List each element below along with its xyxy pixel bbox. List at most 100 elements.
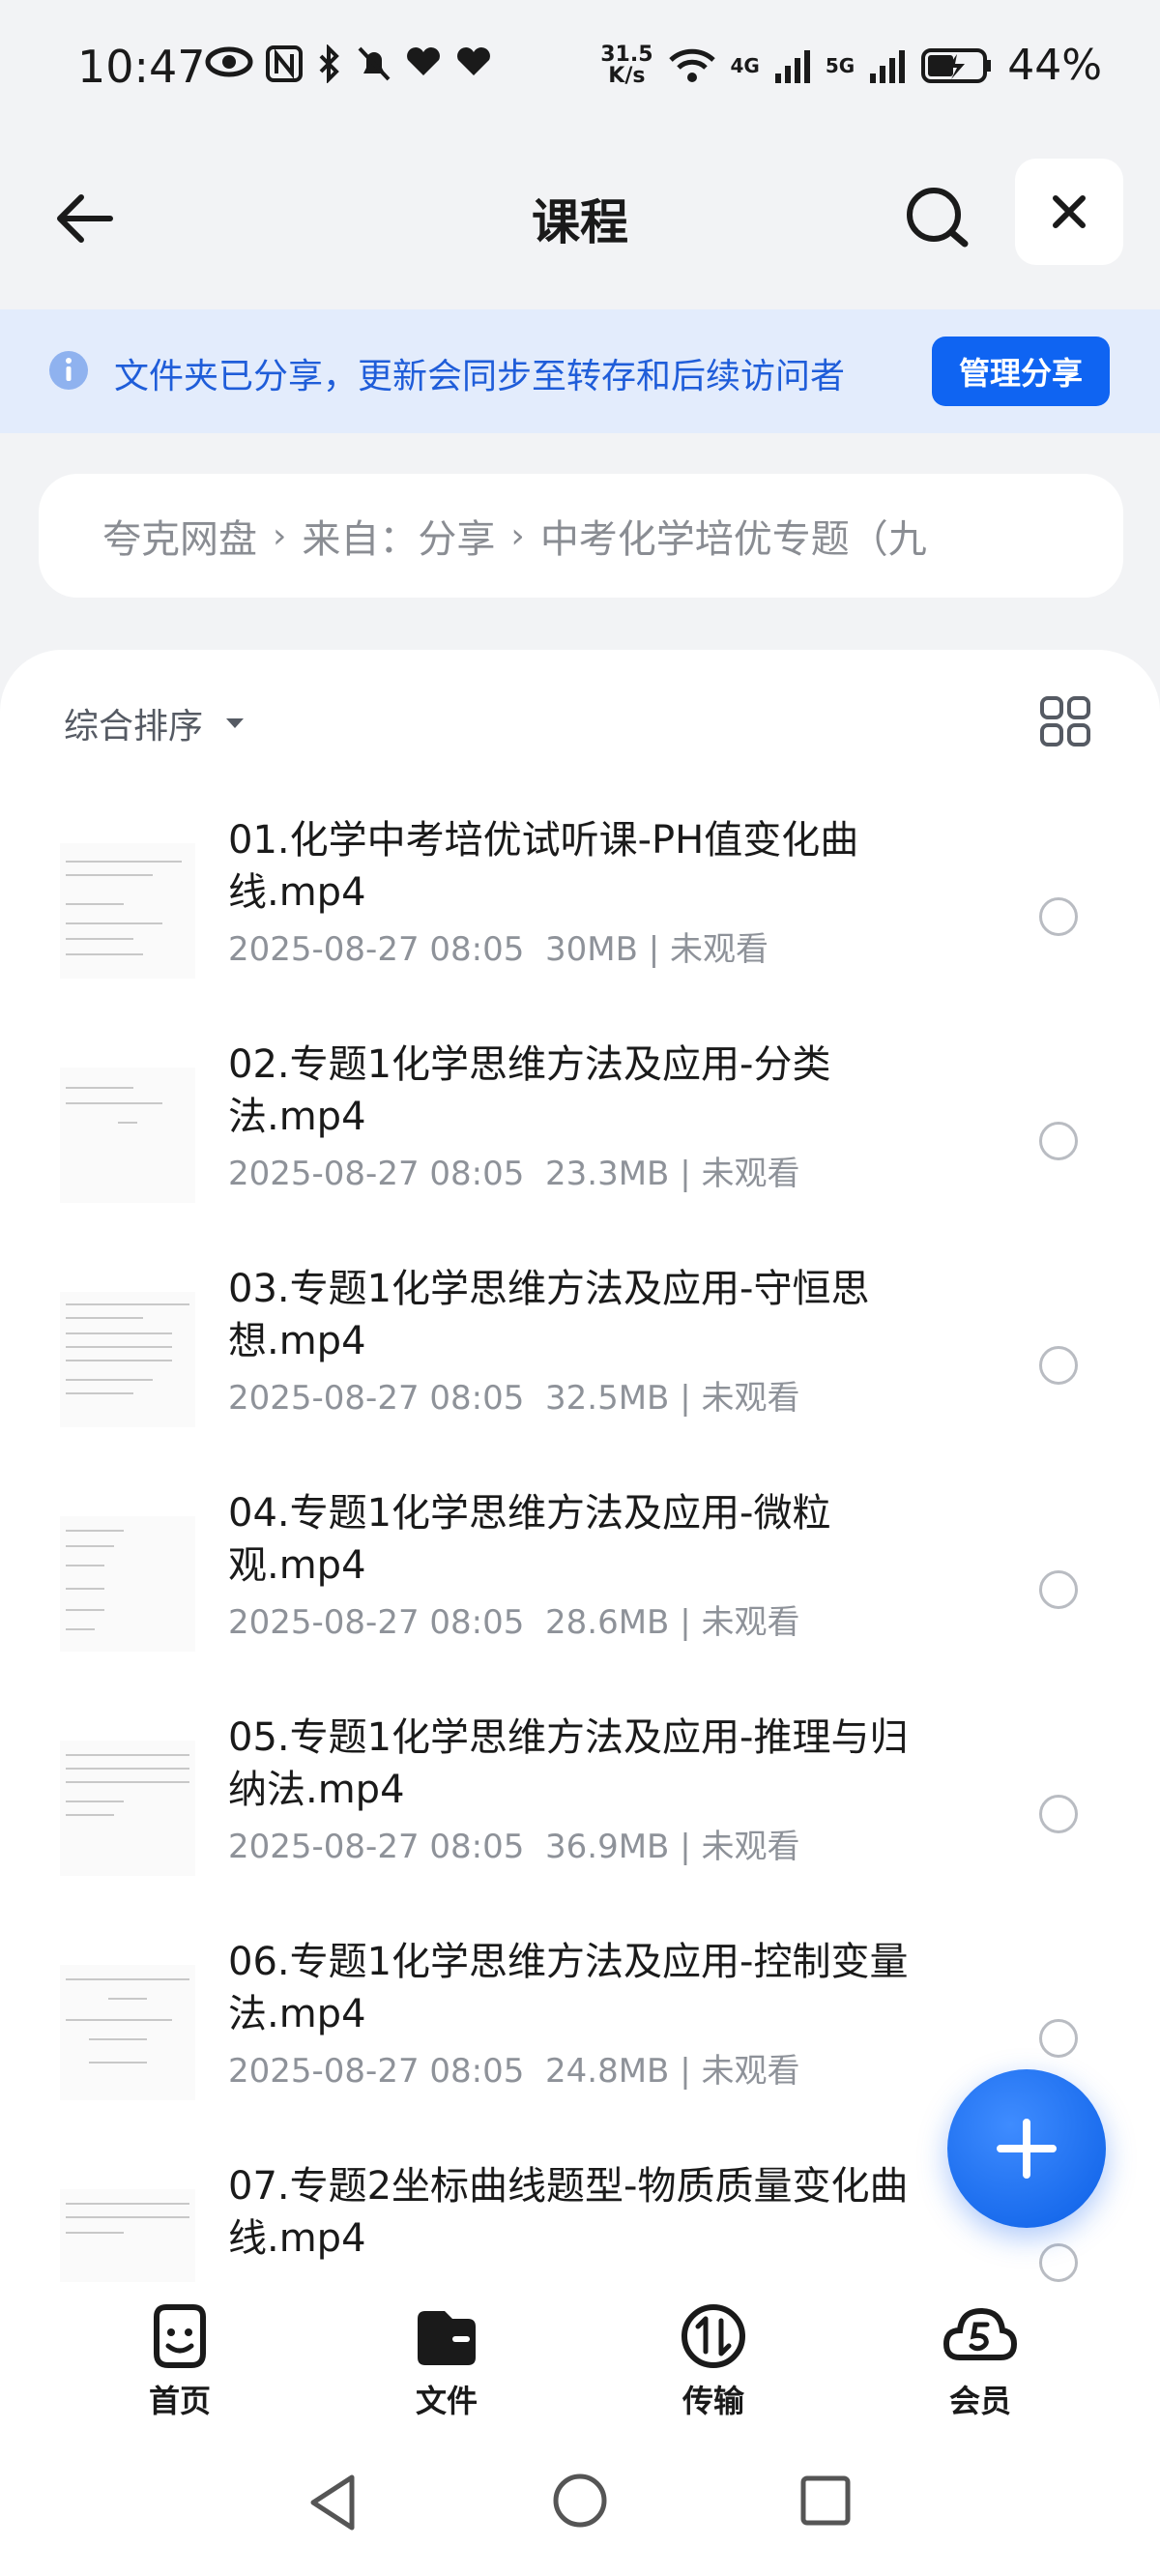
network-4g-label: 4G xyxy=(730,53,760,77)
page-title: 课程 xyxy=(532,194,628,250)
status-time: 10:47 xyxy=(77,41,206,93)
file-size: 36.9MB xyxy=(545,1828,670,1866)
share-notice-text: 文件夹已分享，更新会同步至转存和后续访问者 xyxy=(114,357,846,396)
file-size: 28.6MB xyxy=(545,1603,670,1642)
close-button[interactable] xyxy=(1015,159,1123,265)
bottom-nav: 首页 文件 传输 会员 xyxy=(0,2282,1160,2437)
file-list-panel: 综合排序 01.化学中考培优试听课-PH值变化曲线.mp4 2025-08-27… xyxy=(0,650,1160,2294)
signal-heart-icon xyxy=(407,47,440,75)
select-radio[interactable] xyxy=(1039,1122,1078,1160)
signal-5g-icon xyxy=(870,49,906,83)
video-thumbnail xyxy=(60,1741,195,1876)
grid-view-button[interactable] xyxy=(1038,694,1092,748)
file-date: 2025-08-27 08:05 xyxy=(228,930,525,969)
select-radio[interactable] xyxy=(1039,2019,1078,2058)
file-meta: 2025-08-27 08:05 36.9MB | 未观看 xyxy=(228,1828,800,1866)
home-face-icon xyxy=(154,2304,206,2368)
select-radio[interactable] xyxy=(1039,1570,1078,1609)
recents-square-icon[interactable] xyxy=(798,2474,853,2528)
transfer-icon xyxy=(682,2304,745,2368)
watch-status: 未观看 xyxy=(701,2052,800,2091)
net-speed-unit: K/s xyxy=(608,63,646,88)
list-item[interactable]: 01.化学中考培优试听课-PH值变化曲线.mp4 2025-08-27 08:0… xyxy=(0,814,1160,1039)
nav-files[interactable]: 文件 xyxy=(369,2301,524,2421)
nfc-icon xyxy=(266,45,303,82)
file-meta: 2025-08-27 08:05 24.8MB | 未观看 xyxy=(228,2052,800,2091)
grid-view-icon xyxy=(1040,696,1090,746)
list-item[interactable]: 02.专题1化学思维方法及应用-分类法.mp4 2025-08-27 08:05… xyxy=(0,1039,1160,1263)
file-name: 03.专题1化学思维方法及应用-守恒思想.mp4 xyxy=(228,1267,870,1363)
file-size: 32.5MB xyxy=(545,1379,670,1418)
chevron-right-icon: › xyxy=(510,515,525,556)
file-meta: 2025-08-27 08:05 32.5MB | 未观看 xyxy=(228,1379,800,1418)
info-icon xyxy=(49,351,88,390)
nav-files-label: 文件 xyxy=(415,2383,478,2419)
bluetooth-icon xyxy=(319,44,339,83)
add-button[interactable] xyxy=(947,2069,1106,2228)
file-date: 2025-08-27 08:05 xyxy=(228,2052,525,2091)
net-speed: 31.5 K/s xyxy=(600,44,652,87)
list-item[interactable]: 04.专题1化学思维方法及应用-微粒观.mp4 2025-08-27 08:05… xyxy=(0,1487,1160,1712)
status-bar: 10:47 31.5 K/s 4G 5G 44% xyxy=(0,0,1160,145)
file-meta: 2025-08-27 08:05 28.6MB | 未观看 xyxy=(228,1603,800,1642)
watch-status: 未观看 xyxy=(701,1155,800,1193)
file-size: 30MB xyxy=(545,930,638,969)
breadcrumb-item-current[interactable]: 中考化学培优专题（九 xyxy=(540,508,927,564)
file-date: 2025-08-27 08:05 xyxy=(228,1603,525,1642)
nav-transfer[interactable]: 传输 xyxy=(636,2301,791,2421)
nav-home[interactable]: 首页 xyxy=(102,2301,257,2421)
net-speed-value: 31.5 xyxy=(600,42,653,67)
video-thumbnail xyxy=(60,1068,195,1203)
battery-percent: 44% xyxy=(1007,41,1102,90)
list-item[interactable]: 05.专题1化学思维方法及应用-推理与归纳法.mp4 2025-08-27 08… xyxy=(0,1712,1160,1936)
video-thumbnail xyxy=(60,1965,195,2100)
breadcrumb: 夸克网盘 › 来自：分享 › 中考化学培优专题（九 xyxy=(39,474,1123,598)
signal-4g-icon xyxy=(774,49,810,83)
file-date: 2025-08-27 08:05 xyxy=(228,1155,525,1193)
signal-heart-icon-2 xyxy=(457,47,490,75)
header: 课程 xyxy=(0,145,1160,309)
video-thumbnail xyxy=(60,1516,195,1652)
eye-icon xyxy=(205,46,253,77)
search-button[interactable] xyxy=(899,178,976,255)
select-radio[interactable] xyxy=(1039,897,1078,936)
plus-icon xyxy=(997,2119,1057,2179)
watch-status: 未观看 xyxy=(701,1379,800,1418)
file-name: 06.专题1化学思维方法及应用-控制变量法.mp4 xyxy=(228,1940,909,2036)
file-name: 05.专题1化学思维方法及应用-推理与归纳法.mp4 xyxy=(228,1715,909,1812)
select-radio[interactable] xyxy=(1039,1346,1078,1385)
file-name: 02.专题1化学思维方法及应用-分类法.mp4 xyxy=(228,1042,831,1139)
share-banner: 文件夹已分享，更新会同步至转存和后续访问者 管理分享 xyxy=(0,309,1160,433)
home-circle-icon[interactable] xyxy=(551,2472,609,2530)
select-radio[interactable] xyxy=(1039,2243,1078,2282)
breadcrumb-item-root[interactable]: 夸克网盘 xyxy=(102,508,257,564)
vip-cloud-icon xyxy=(942,2307,1018,2360)
video-thumbnail xyxy=(60,1292,195,1427)
file-size: 24.8MB xyxy=(545,2052,670,2091)
select-radio[interactable] xyxy=(1039,1795,1078,1833)
battery-charging-icon xyxy=(921,47,992,83)
sort-selector[interactable]: 综合排序 xyxy=(64,698,246,748)
mute-bell-icon xyxy=(358,46,391,81)
close-icon xyxy=(1053,195,1086,228)
chevron-right-icon: › xyxy=(273,515,287,556)
caret-down-icon xyxy=(226,718,245,728)
file-meta: 2025-08-27 08:05 23.3MB | 未观看 xyxy=(228,1155,800,1193)
nav-transfer-label: 传输 xyxy=(682,2383,744,2419)
status-right: 31.5 K/s 4G 5G 44% xyxy=(600,41,1102,90)
video-thumbnail xyxy=(60,843,195,979)
status-left-icons xyxy=(205,44,493,83)
list-item[interactable]: 03.专题1化学思维方法及应用-守恒思想.mp4 2025-08-27 08:0… xyxy=(0,1263,1160,1487)
file-name: 01.化学中考培优试听课-PH值变化曲线.mp4 xyxy=(228,818,859,915)
file-name: 04.专题1化学思维方法及应用-微粒观.mp4 xyxy=(228,1491,831,1588)
network-5g-label: 5G xyxy=(825,53,856,77)
file-date: 2025-08-27 08:05 xyxy=(228,1379,525,1418)
manage-share-button[interactable]: 管理分享 xyxy=(932,337,1110,406)
breadcrumb-item-share[interactable]: 来自：分享 xyxy=(302,508,495,564)
search-icon xyxy=(907,188,969,248)
video-thumbnail xyxy=(60,2189,195,2294)
back-triangle-icon[interactable] xyxy=(305,2472,360,2533)
sort-label: 综合排序 xyxy=(64,707,204,746)
file-size: 23.3MB xyxy=(545,1155,670,1193)
nav-vip[interactable]: 会员 xyxy=(903,2301,1058,2421)
